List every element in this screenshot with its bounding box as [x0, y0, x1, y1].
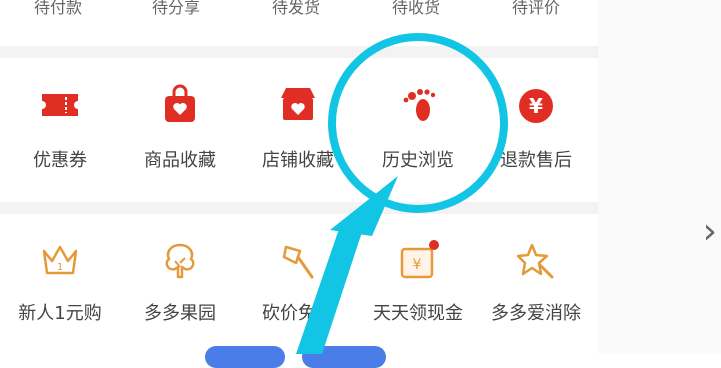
order-pending-receipt[interactable]: 待收货 — [358, 0, 474, 18]
history-browse-entry[interactable]: 历史浏览 — [360, 70, 476, 180]
footprint-icon — [403, 89, 436, 121]
bargain-free-entry[interactable]: 砍价免费 — [240, 225, 356, 335]
crown-icon: 1 — [42, 245, 78, 275]
daily-cash-entry[interactable]: ¥ 天天领现金 — [360, 225, 476, 335]
chevron-right-icon[interactable]: › — [703, 211, 717, 252]
star-wand-icon — [516, 243, 554, 279]
refund-yen-icon: ¥ — [519, 89, 553, 123]
svg-text:¥: ¥ — [529, 94, 543, 118]
bottom-button-right[interactable] — [302, 346, 386, 368]
shop-favorites-label: 店铺收藏 — [262, 150, 334, 171]
order-pending-payment[interactable]: 待付款 — [0, 0, 116, 18]
product-favorites-entry[interactable]: 商品收藏 — [122, 70, 238, 180]
bargain-free-label: 砍价免费 — [262, 303, 334, 324]
product-favorites-label: 商品收藏 — [144, 150, 216, 171]
shop-favorite-icon — [281, 88, 315, 120]
newbie-one-yuan-label: 新人1元购 — [18, 303, 102, 324]
tree-icon — [165, 243, 195, 279]
order-pending-review[interactable]: 待评价 — [478, 0, 594, 18]
personal-center-panel: 待付款 待分享 待发货 待收货 待评价 优惠券 商品收藏 店铺收藏 历史浏览 ¥… — [0, 0, 598, 368]
section-divider — [0, 46, 598, 58]
duoduo-orchard-label: 多多果园 — [144, 303, 216, 324]
duoduo-orchard-entry[interactable]: 多多果园 — [122, 225, 238, 335]
favorite-bag-icon — [165, 84, 195, 122]
history-browse-label: 历史浏览 — [382, 150, 454, 171]
duoduo-match-entry[interactable]: 多多爱消除 — [478, 225, 594, 335]
order-pending-shipment[interactable]: 待发货 — [238, 0, 354, 18]
daily-cash-label: 天天领现金 — [373, 303, 463, 324]
axe-icon — [282, 245, 314, 279]
svg-text:¥: ¥ — [413, 257, 422, 273]
bottom-button-left[interactable] — [205, 346, 285, 368]
svg-text:1: 1 — [57, 262, 63, 273]
newbie-one-yuan-entry[interactable]: 1 新人1元购 — [2, 225, 118, 335]
refund-aftersale-label: 退款售后 — [500, 150, 572, 171]
coupon-entry[interactable]: 优惠券 — [2, 70, 118, 180]
right-margin-area — [598, 0, 721, 354]
order-pending-share[interactable]: 待分享 — [118, 0, 234, 18]
refund-aftersale-entry[interactable]: ¥ 退款售后 — [478, 70, 594, 180]
section-divider — [0, 202, 598, 214]
coupon-label: 优惠券 — [33, 150, 87, 171]
coupon-icon — [42, 94, 78, 116]
duoduo-match-label: 多多爱消除 — [491, 303, 581, 324]
shop-favorites-entry[interactable]: 店铺收藏 — [240, 70, 356, 180]
cash-envelope-icon: ¥ — [400, 240, 439, 279]
